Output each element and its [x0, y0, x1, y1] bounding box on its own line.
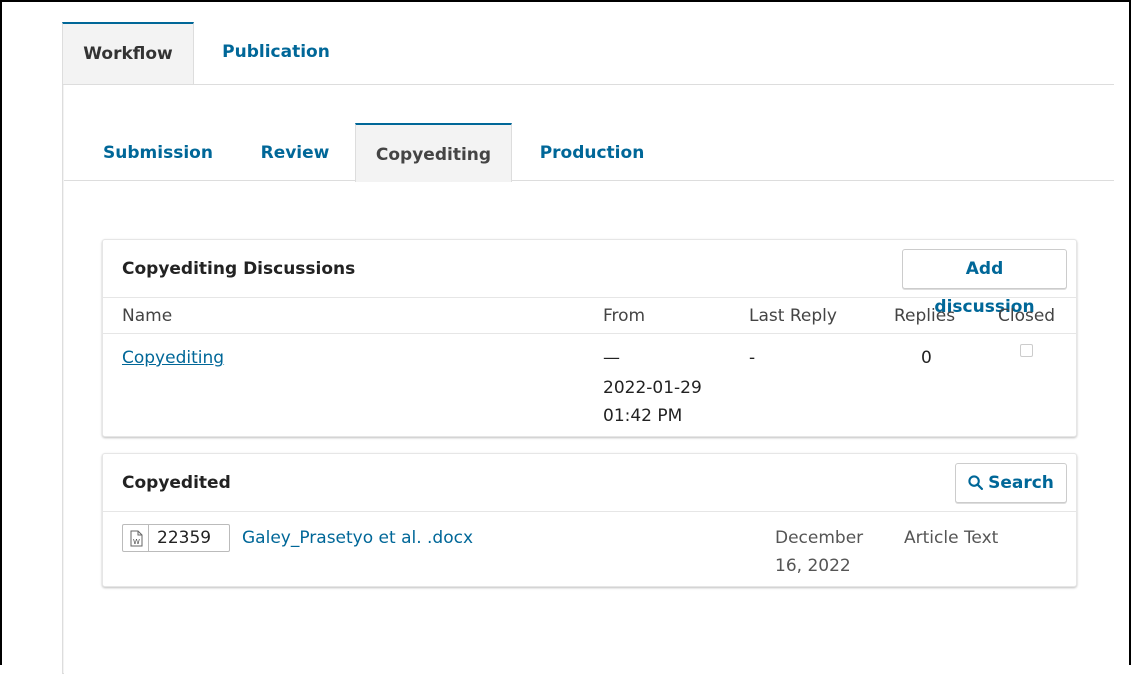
discussion-link[interactable]: Copyediting [122, 346, 224, 370]
column-name: Name [122, 306, 173, 326]
file-date-line2: 16, 2022 [775, 556, 851, 576]
tab-production[interactable]: Production [512, 123, 672, 181]
table-row: W 22359 Galey_Prasetyo et al. .docx Dece… [103, 512, 1076, 586]
stage-tabs: Submission Review Copyediting Production [64, 85, 1114, 182]
discussions-column-headers: Name From Last Reply Replies Closed [103, 298, 1076, 334]
from-dash: — [603, 348, 620, 368]
tab-publication[interactable]: Publication [194, 22, 358, 84]
search-icon [968, 475, 984, 491]
discussions-grid: Copyediting Discussions Add discussion N… [102, 239, 1077, 437]
file-id: 22359 [157, 528, 212, 548]
from-time: 01:42 PM [603, 406, 683, 426]
column-from: From [603, 306, 646, 326]
file-id-badge: W 22359 [122, 524, 230, 552]
file-name-link[interactable]: Galey_Prasetyo et al. .docx [242, 526, 473, 550]
column-last-reply: Last Reply [749, 306, 837, 326]
tab-workflow[interactable]: Workflow [62, 22, 194, 84]
svg-text:W: W [133, 538, 140, 546]
add-discussion-button[interactable]: Add discussion [902, 249, 1067, 317]
last-reply-value: - [749, 348, 756, 368]
discussions-title: Copyediting Discussions [122, 259, 356, 279]
tab-copyediting[interactable]: Copyediting [355, 123, 512, 182]
column-closed: Closed [998, 306, 1056, 326]
tab-review[interactable]: Review [236, 123, 354, 181]
workflow-content: Submission Review Copyediting Production… [64, 85, 1114, 675]
file-date-line1: December [775, 528, 864, 548]
tab-submission[interactable]: Submission [88, 123, 228, 181]
file-type: Article Text [904, 528, 999, 548]
word-doc-icon: W [123, 525, 149, 551]
workflow-panel: Submission Review Copyediting Production… [62, 84, 1114, 675]
replies-count: 0 [921, 348, 932, 368]
copyedited-title: Copyedited [122, 473, 231, 493]
closed-checkbox[interactable] [1020, 344, 1033, 357]
discussions-header: Copyediting Discussions Add discussion [103, 240, 1076, 317]
search-button-label: Search [988, 473, 1054, 493]
from-date: 2022-01-29 [603, 378, 702, 398]
column-replies: Replies [894, 306, 956, 326]
copyedited-header: Copyedited Search [103, 454, 1076, 512]
search-button[interactable]: Search [955, 463, 1067, 503]
table-row: Copyediting — 2022-01-29 01:42 PM - 0 [103, 334, 1076, 436]
copyedited-grid: Copyedited Search W 22359 Galey_Prasetyo… [102, 453, 1077, 587]
